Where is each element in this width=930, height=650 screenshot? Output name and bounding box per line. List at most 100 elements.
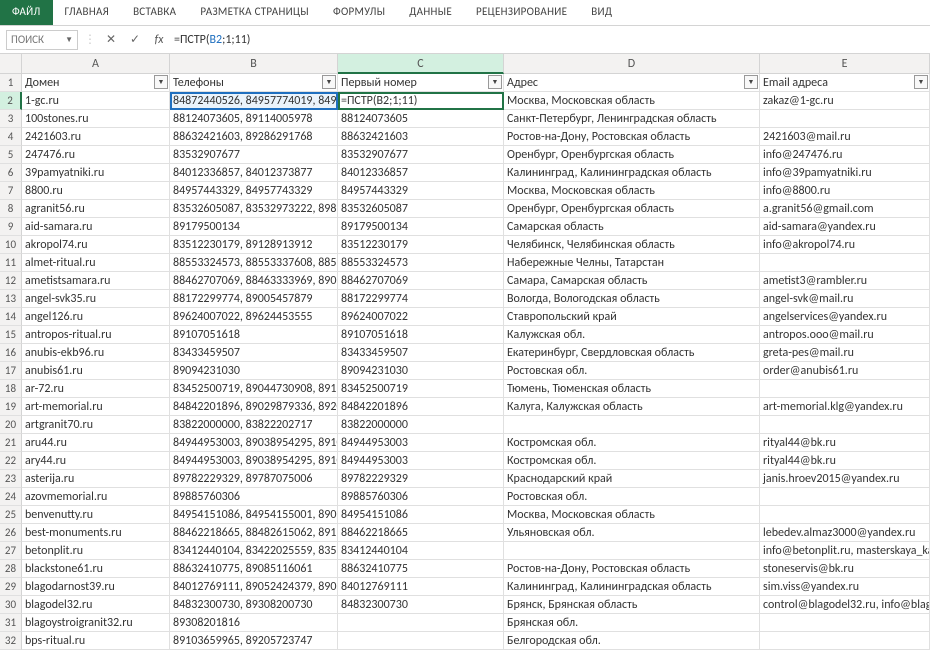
ribbon-tab-файл[interactable]: ФАЙЛ bbox=[0, 0, 53, 25]
cell[interactable]: 84872440526, 84957774019, 8495 bbox=[170, 92, 338, 110]
filter-header-domain[interactable]: Домен▼ bbox=[22, 74, 170, 92]
cell[interactable]: rityal44@bk.ru bbox=[760, 452, 930, 470]
cell[interactable] bbox=[338, 632, 504, 650]
cell[interactable] bbox=[760, 632, 930, 650]
cell[interactable]: Ростовская обл. bbox=[504, 362, 760, 380]
cell[interactable]: Калининград, Калининградская область bbox=[504, 578, 760, 596]
cell[interactable]: Брянская обл. bbox=[504, 614, 760, 632]
cell[interactable]: 84012336857 bbox=[338, 164, 504, 182]
cell[interactable]: agranit56.ru bbox=[22, 200, 170, 218]
cell[interactable]: Самара, Самарская область bbox=[504, 272, 760, 290]
cell[interactable]: a.granit56@gmail.com bbox=[760, 200, 930, 218]
cell[interactable]: 89885760306 bbox=[170, 488, 338, 506]
row-header[interactable]: 30 bbox=[0, 596, 22, 614]
row-header[interactable]: 24 bbox=[0, 488, 22, 506]
filter-header-phones[interactable]: Телефоны▼ bbox=[170, 74, 338, 92]
select-all-corner[interactable] bbox=[0, 54, 22, 74]
cell[interactable]: 84944953003 bbox=[338, 434, 504, 452]
cell[interactable]: 83433459507 bbox=[338, 344, 504, 362]
filter-dropdown-icon[interactable]: ▼ bbox=[914, 75, 928, 89]
cell[interactable]: 83822000000, 83822202717 bbox=[170, 416, 338, 434]
cell[interactable]: anubis-ekb96.ru bbox=[22, 344, 170, 362]
row-header[interactable]: 27 bbox=[0, 542, 22, 560]
cell[interactable]: aru44.ru bbox=[22, 434, 170, 452]
cell[interactable]: blagoystroigranit32.ru bbox=[22, 614, 170, 632]
filter-dropdown-icon[interactable]: ▼ bbox=[744, 75, 758, 89]
cell[interactable]: 88632421603, 89286291768 bbox=[170, 128, 338, 146]
row-header[interactable]: 11 bbox=[0, 254, 22, 272]
cell[interactable]: azovmemorial.ru bbox=[22, 488, 170, 506]
cell[interactable]: 84944953003, 89038954295, 8910 bbox=[170, 452, 338, 470]
row-header[interactable]: 28 bbox=[0, 560, 22, 578]
cell[interactable]: 83452500719 bbox=[338, 380, 504, 398]
filter-header-first-number[interactable]: Первый номер▼ bbox=[338, 74, 504, 92]
row-header[interactable]: 26 bbox=[0, 524, 22, 542]
cell[interactable]: 89308201816 bbox=[170, 614, 338, 632]
cell[interactable]: 88462218665, 88482615062, 8917 bbox=[170, 524, 338, 542]
cell[interactable] bbox=[760, 614, 930, 632]
cell[interactable]: 89782229329, 89787075006 bbox=[170, 470, 338, 488]
row-header[interactable]: 8 bbox=[0, 200, 22, 218]
cell[interactable]: 84944953003 bbox=[338, 452, 504, 470]
cell[interactable]: 100stones.ru bbox=[22, 110, 170, 128]
row-header[interactable]: 4 bbox=[0, 128, 22, 146]
ribbon-tab-вставка[interactable]: ВСТАВКА bbox=[121, 0, 188, 25]
cell[interactable]: 84012769111, 89052424379, 8906 bbox=[170, 578, 338, 596]
cell[interactable] bbox=[338, 614, 504, 632]
cell[interactable]: best-monuments.ru bbox=[22, 524, 170, 542]
cell[interactable]: 84842201896 bbox=[338, 398, 504, 416]
cell[interactable]: benvenutty.ru bbox=[22, 506, 170, 524]
cell[interactable]: ary44.ru bbox=[22, 452, 170, 470]
cell[interactable] bbox=[760, 506, 930, 524]
ribbon-tab-формулы[interactable]: ФОРМУЛЫ bbox=[321, 0, 397, 25]
cell[interactable] bbox=[504, 542, 760, 560]
cell[interactable]: 83412440104 bbox=[338, 542, 504, 560]
cell[interactable]: info@betonplit.ru, masterskaya_kamn bbox=[760, 542, 930, 560]
cell[interactable]: 1-gc.ru bbox=[22, 92, 170, 110]
cell[interactable]: ar-72.ru bbox=[22, 380, 170, 398]
cell[interactable]: 83532605087 bbox=[338, 200, 504, 218]
ribbon-tab-рецензирование[interactable]: РЕЦЕНЗИРОВАНИЕ bbox=[464, 0, 579, 25]
row-header[interactable]: 22 bbox=[0, 452, 22, 470]
row-header[interactable]: 13 bbox=[0, 290, 22, 308]
cell[interactable]: aid-samara@yandex.ru bbox=[760, 218, 930, 236]
row-header[interactable]: 21 bbox=[0, 434, 22, 452]
cell[interactable]: anubis61.ru bbox=[22, 362, 170, 380]
ribbon-tab-главная[interactable]: ГЛАВНАЯ bbox=[53, 0, 122, 25]
row-header[interactable]: 2 bbox=[0, 92, 22, 110]
fx-icon[interactable]: fx bbox=[150, 33, 168, 47]
cell[interactable]: almet-ritual.ru bbox=[22, 254, 170, 272]
cell[interactable]: info@8800.ru bbox=[760, 182, 930, 200]
filter-dropdown-icon[interactable]: ▼ bbox=[322, 75, 336, 89]
cell[interactable]: 88172299774 bbox=[338, 290, 504, 308]
row-header[interactable]: 14 bbox=[0, 308, 22, 326]
row-header[interactable]: 9 bbox=[0, 218, 22, 236]
cell[interactable] bbox=[760, 110, 930, 128]
cell[interactable] bbox=[760, 254, 930, 272]
row-header[interactable]: 15 bbox=[0, 326, 22, 344]
cell[interactable] bbox=[760, 416, 930, 434]
cell[interactable]: Тюмень, Тюменская область bbox=[504, 380, 760, 398]
column-header-E[interactable]: E bbox=[760, 54, 930, 74]
ribbon-tab-данные[interactable]: ДАННЫЕ bbox=[397, 0, 464, 25]
cell[interactable]: Оренбург, Оренбургская область bbox=[504, 146, 760, 164]
cell[interactable]: Санкт-Петербург, Ленинградская область bbox=[504, 110, 760, 128]
ribbon-tab-вид[interactable]: ВИД bbox=[579, 0, 624, 25]
cell[interactable]: 88462707069 bbox=[338, 272, 504, 290]
cell[interactable]: control@blagodel32.ru, info@blagode bbox=[760, 596, 930, 614]
cell[interactable]: greta-pes@mail.ru bbox=[760, 344, 930, 362]
cell[interactable]: 89107051618 bbox=[170, 326, 338, 344]
row-header[interactable]: 10 bbox=[0, 236, 22, 254]
cell[interactable]: 89179500134 bbox=[338, 218, 504, 236]
cell[interactable]: Москва, Московская область bbox=[504, 182, 760, 200]
cell[interactable]: 88462707069, 88463333969, 8901 bbox=[170, 272, 338, 290]
cell[interactable]: Москва, Московская область bbox=[504, 506, 760, 524]
cell[interactable]: 89782229329 bbox=[338, 470, 504, 488]
filter-header-email[interactable]: Email адреса▼ bbox=[760, 74, 930, 92]
cell[interactable]: 84954151086, 84954155001, 8903 bbox=[170, 506, 338, 524]
cell[interactable]: 88172299774, 89005457879 bbox=[170, 290, 338, 308]
cell[interactable]: 89107051618 bbox=[338, 326, 504, 344]
row-header[interactable]: 16 bbox=[0, 344, 22, 362]
cell[interactable]: info@akropol74.ru bbox=[760, 236, 930, 254]
cell[interactable]: aid-samara.ru bbox=[22, 218, 170, 236]
